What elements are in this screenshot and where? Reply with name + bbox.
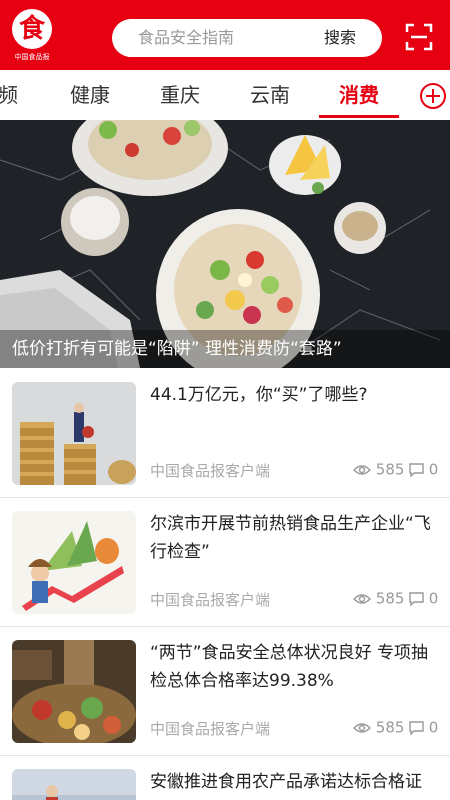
news-source: 中国食品报客户端 — [150, 591, 271, 609]
news-source: 中国食品报客户端 — [150, 720, 271, 738]
add-channel-icon[interactable] — [419, 82, 447, 110]
comment-count[interactable]: 0 — [409, 589, 438, 608]
logo-badge: 食 — [12, 9, 52, 49]
view-count-number: 585 — [375, 718, 405, 737]
news-item[interactable]: 安徽推进食用农产品承诺达标合格证 — [0, 756, 450, 800]
active-tab-indicator — [319, 115, 399, 118]
banner-title[interactable]: 低价打折有可能是“陷阱” 理性消费防“套路” — [12, 330, 342, 368]
logo-text: 中国食品报 — [14, 53, 50, 61]
tab-partial[interactable]: 频 — [0, 70, 18, 120]
comment-count-number: 0 — [428, 460, 439, 479]
app-logo[interactable]: 食 中国食品报 — [10, 9, 54, 61]
view-count: 585 — [353, 718, 404, 737]
eye-icon — [353, 464, 371, 475]
search-button[interactable]: 搜索 — [324, 19, 356, 57]
view-count: 585 — [353, 460, 404, 479]
comment-icon — [409, 462, 424, 477]
banner[interactable]: 低价打折有可能是“陷阱” 理性消费防“套路” — [0, 120, 450, 368]
news-thumbnail — [12, 511, 136, 614]
eye-icon — [353, 593, 371, 604]
news-item[interactable]: “两节”食品安全总体状况良好 专项抽检总体合格率达99.38% 中国食品报客户端… — [0, 627, 450, 756]
app-header: 食 中国食品报 食品安全指南 搜索 — [0, 0, 450, 70]
tab-health[interactable]: 健康 — [70, 70, 110, 120]
comment-count-number: 0 — [428, 589, 439, 608]
news-thumbnail — [12, 382, 136, 485]
search-bar[interactable]: 食品安全指南 搜索 — [112, 19, 382, 57]
news-title[interactable]: 尔滨市开展节前热销食品生产企业“飞行检查” — [150, 510, 438, 566]
comment-count[interactable]: 0 — [409, 460, 438, 479]
tab-yunnan[interactable]: 云南 — [250, 70, 290, 120]
comment-count-number: 0 — [428, 718, 439, 737]
scan-icon[interactable] — [405, 23, 433, 51]
view-count-number: 585 — [375, 589, 405, 608]
category-tabs: 频 健康 重庆 云南 消费 — [0, 70, 450, 120]
news-item[interactable]: 44.1万亿元，你“买”了哪些? 中国食品报客户端 585 0 — [0, 369, 450, 498]
view-count-number: 585 — [375, 460, 405, 479]
news-item[interactable]: 尔滨市开展节前热销食品生产企业“飞行检查” 中国食品报客户端 585 0 — [0, 498, 450, 627]
comment-icon — [409, 720, 424, 735]
comment-count[interactable]: 0 — [409, 718, 438, 737]
view-count: 585 — [353, 589, 404, 608]
news-title[interactable]: 44.1万亿元，你“买”了哪些? — [150, 381, 438, 409]
banner-caption: 低价打折有可能是“陷阱” 理性消费防“套路” — [0, 330, 450, 368]
news-thumbnail — [12, 769, 136, 800]
news-title[interactable]: 安徽推进食用农产品承诺达标合格证 — [150, 768, 438, 800]
news-thumbnail — [12, 640, 136, 743]
tab-consumption[interactable]: 消费 — [339, 70, 379, 120]
logo-glyph: 食 — [18, 14, 45, 44]
news-source: 中国食品报客户端 — [150, 462, 271, 480]
search-input[interactable]: 食品安全指南 — [138, 19, 234, 57]
tab-chongqing[interactable]: 重庆 — [160, 70, 200, 120]
eye-icon — [353, 722, 371, 733]
comment-icon — [409, 591, 424, 606]
news-title[interactable]: “两节”食品安全总体状况良好 专项抽检总体合格率达99.38% — [150, 639, 438, 695]
